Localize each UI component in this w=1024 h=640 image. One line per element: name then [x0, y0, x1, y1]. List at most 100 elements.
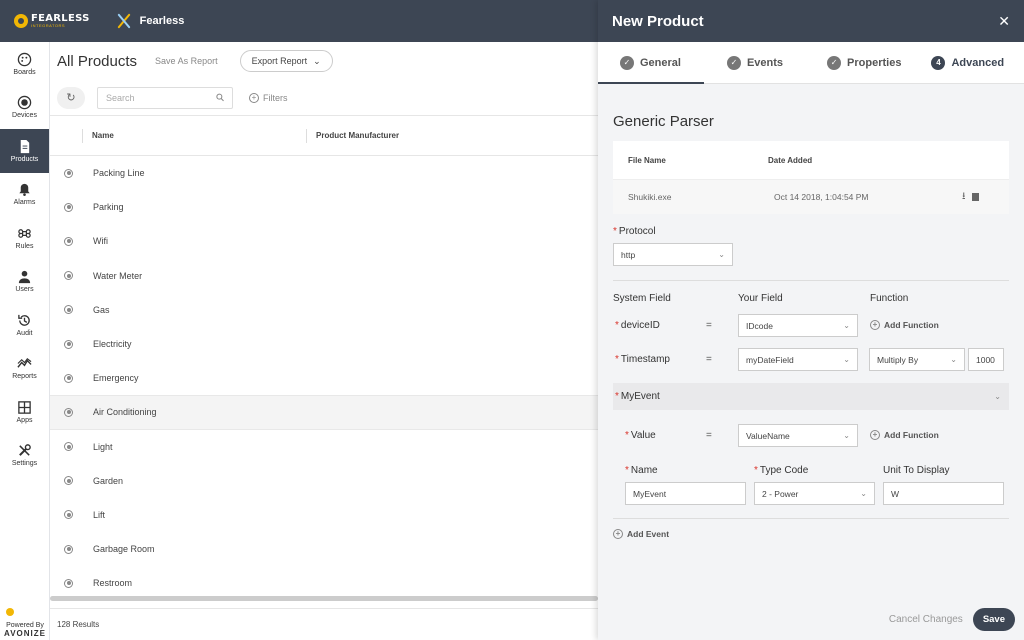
save-as-report-link[interactable]: Save As Report — [155, 56, 218, 66]
chart-icon — [17, 358, 32, 368]
export-report-button[interactable]: Export Report ⌄ — [239, 50, 333, 72]
upload-icon[interactable]: ⭳ — [962, 189, 966, 206]
row-radio[interactable] — [64, 476, 73, 486]
tab-label: Properties — [847, 56, 902, 69]
nav-audit[interactable]: Audit — [0, 303, 49, 347]
row-radio[interactable] — [64, 578, 73, 588]
refresh-button[interactable]: ↻ — [57, 86, 85, 109]
device-id-field-select[interactable]: IDcode ⌄ — [738, 314, 858, 337]
refresh-icon: ↻ — [66, 92, 76, 104]
row-radio[interactable] — [64, 168, 73, 178]
active-tab-indicator — [598, 82, 704, 84]
tab-general[interactable]: ✓ General — [620, 55, 681, 70]
equals-sign: = — [706, 354, 712, 365]
chevron-down-icon: ⌄ — [718, 250, 725, 259]
tenant-name[interactable]: Fearless — [140, 15, 185, 27]
type-code-label: * Type Code — [754, 465, 809, 476]
name-label: * Name — [625, 465, 658, 476]
powered-by: Powered By AVONIZE — [0, 608, 50, 640]
fearless-logo[interactable]: FEARLESS INTEGRATORS — [14, 11, 90, 31]
table-row[interactable]: Emergency — [50, 361, 598, 395]
value-label: * Value — [625, 430, 656, 441]
device-id-field-value: IDcode — [746, 320, 773, 331]
tools-icon — [19, 444, 31, 457]
timestamp-field-value: myDateField — [746, 354, 794, 365]
row-radio[interactable] — [64, 510, 73, 520]
row-radio[interactable] — [64, 407, 73, 417]
add-event-button[interactable]: + Add Event — [613, 529, 669, 539]
row-name: Electricity — [93, 339, 132, 350]
required-marker: * — [754, 465, 758, 476]
nav-users[interactable]: Users — [0, 260, 49, 304]
row-radio[interactable] — [64, 544, 73, 554]
nav-label: Alarms — [13, 199, 36, 207]
nav-products[interactable]: Products — [0, 129, 49, 173]
nav-alarms[interactable]: Alarms — [0, 173, 49, 217]
page-title: All Products — [57, 52, 138, 70]
nav-boards[interactable]: Boards — [0, 42, 49, 86]
nav-devices[interactable]: Devices — [0, 86, 49, 130]
add-function-label: Add Function — [884, 430, 939, 440]
add-function-button[interactable]: + Add Function — [870, 320, 939, 330]
table-row[interactable]: Parking — [50, 190, 598, 224]
chevron-down-icon: ⌄ — [860, 489, 867, 498]
table-row[interactable]: Light — [50, 430, 598, 464]
nav-reports[interactable]: Reports — [0, 347, 49, 391]
row-radio[interactable] — [64, 373, 73, 383]
table-row[interactable]: Electricity — [50, 327, 598, 361]
user-icon — [18, 271, 31, 284]
nav-label: Products — [10, 155, 39, 163]
event-header-myevent[interactable]: * MyEvent ⌄ — [613, 383, 1009, 410]
column-header-manufacturer[interactable]: Product Manufacturer — [316, 131, 399, 140]
function-select[interactable]: Multiply By ⌄ — [869, 348, 965, 371]
row-radio[interactable] — [64, 305, 73, 315]
row-radio[interactable] — [64, 271, 73, 281]
row-radio[interactable] — [64, 442, 73, 452]
nav-apps[interactable]: Apps — [0, 390, 49, 434]
check-circle-icon: ✓ — [620, 55, 634, 70]
close-icon[interactable]: ✕ — [998, 13, 1010, 30]
timestamp-field-select[interactable]: myDateField ⌄ — [738, 348, 858, 371]
equals-sign: = — [706, 320, 712, 331]
row-radio[interactable] — [64, 339, 73, 349]
nav-rules[interactable]: Rules — [0, 216, 49, 260]
date-added-header: Date Added — [768, 155, 813, 165]
row-name: Water Meter — [93, 270, 143, 281]
table-row[interactable]: Lift — [50, 498, 598, 532]
tab-advanced[interactable]: 4 Advanced — [931, 55, 1004, 70]
table-row[interactable]: Gas — [50, 293, 598, 327]
nav-settings[interactable]: Settings — [0, 434, 49, 478]
panel-title: New Product — [612, 12, 704, 30]
table-row[interactable]: Wifi — [50, 224, 598, 258]
table-row[interactable]: Garden — [50, 464, 598, 498]
table-row[interactable]: Garbage Room — [50, 532, 598, 566]
row-radio[interactable] — [64, 202, 73, 212]
add-function-label: Add Function — [884, 320, 939, 330]
add-function-button[interactable]: + Add Function — [870, 430, 939, 440]
row-radio[interactable] — [64, 236, 73, 246]
search-box[interactable] — [97, 86, 233, 109]
unit-input[interactable]: W — [883, 482, 1004, 505]
table-row[interactable]: Water Meter — [50, 259, 598, 293]
filters-button[interactable]: + Filters — [249, 92, 288, 103]
trash-icon[interactable] — [971, 193, 979, 201]
column-divider — [306, 128, 307, 143]
column-header-name[interactable]: Name — [92, 131, 306, 140]
tab-events[interactable]: ✓ Events — [726, 55, 783, 70]
type-code-select[interactable]: 2 - Power ⌄ — [754, 482, 875, 505]
horizontal-scrollbar[interactable] — [50, 596, 598, 601]
protocol-select[interactable]: http ⌄ — [613, 243, 733, 266]
table-row[interactable]: Packing Line — [50, 156, 598, 190]
table-row-hovered[interactable]: Air Conditioning — [50, 395, 598, 430]
tab-properties[interactable]: ✓ Properties — [827, 55, 902, 70]
value-field-select[interactable]: ValueName ⌄ — [738, 424, 858, 447]
factor-input[interactable]: 1000 — [968, 348, 1004, 371]
product-list: All Products Save As Report Export Repor… — [50, 42, 598, 640]
chevron-down-icon: ⌄ — [994, 392, 1001, 401]
event-name-input[interactable]: MyEvent — [625, 482, 746, 505]
timestamp-label: * Timestamp — [615, 354, 670, 365]
search-input[interactable] — [106, 92, 216, 103]
cancel-changes-button[interactable]: Cancel Changes — [889, 614, 963, 625]
save-button[interactable]: Save — [972, 607, 1015, 631]
new-product-panel: New Product ✕ ✓ General ✓ Events ✓ Prope… — [598, 0, 1024, 640]
